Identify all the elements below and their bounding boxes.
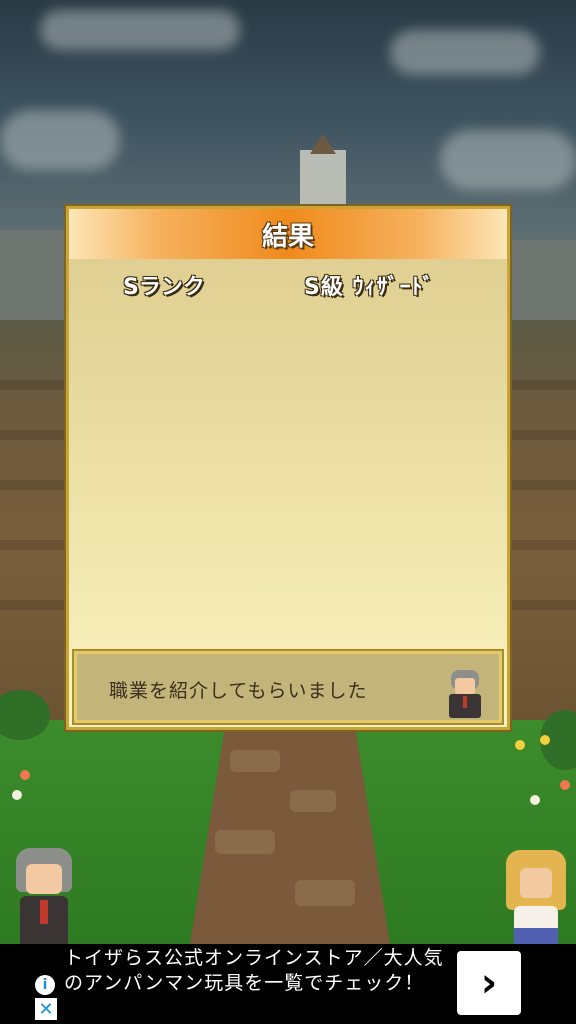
close-icon[interactable]: ✕ bbox=[35, 998, 57, 1020]
job-label: S級 ｳｨｻﾞｰﾄﾞ bbox=[304, 275, 435, 300]
info-icon[interactable]: i bbox=[35, 975, 55, 995]
cloud bbox=[390, 30, 540, 75]
rank-label: Sランク bbox=[123, 275, 205, 300]
castle-wall-left bbox=[0, 230, 66, 320]
message-box[interactable]: 職業を紹介してもらいました bbox=[72, 649, 504, 725]
flower bbox=[20, 770, 30, 780]
message-text: 職業を紹介してもらいました bbox=[109, 680, 368, 702]
cloud bbox=[40, 10, 240, 50]
result-dialog: 結果 Sランク S級 ｳｨｻﾞｰﾄﾞ 職業を紹介してもらいました bbox=[66, 206, 510, 730]
path-stone bbox=[290, 790, 336, 812]
cloud bbox=[0, 110, 120, 170]
ad-banner[interactable]: トイザらス公式オンラインストア／大人気のアンパンマン玩具を一覧でチェック！ › bbox=[0, 944, 576, 1024]
path-stone bbox=[215, 830, 275, 854]
path-stone bbox=[295, 880, 355, 906]
blonde-character-sprite bbox=[506, 850, 566, 944]
ad-text[interactable]: トイザらス公式オンラインストア／大人気のアンパンマン玩具を一覧でチェック！ bbox=[64, 946, 444, 996]
flower bbox=[560, 780, 570, 790]
flower bbox=[12, 790, 22, 800]
castle-wall-right bbox=[510, 240, 576, 320]
elder-character-icon bbox=[445, 668, 485, 718]
flower bbox=[515, 740, 525, 750]
cloud bbox=[440, 130, 576, 190]
castle-tower bbox=[300, 150, 346, 210]
dialog-header: 結果 bbox=[69, 209, 507, 259]
result-row: Sランク S級 ｳｨｻﾞｰﾄﾞ bbox=[69, 269, 507, 309]
flower bbox=[540, 735, 550, 745]
elder-character-sprite bbox=[14, 848, 74, 944]
flower bbox=[530, 795, 540, 805]
path-stone bbox=[230, 750, 280, 772]
chevron-right-icon[interactable]: › bbox=[457, 951, 521, 1015]
dialog-title: 結果 bbox=[261, 221, 314, 252]
